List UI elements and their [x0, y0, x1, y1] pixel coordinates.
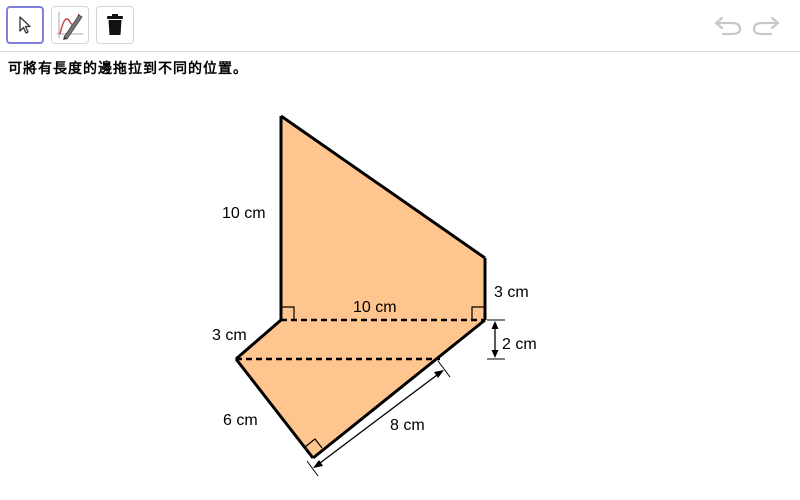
label-left-height: 10 cm — [222, 205, 266, 222]
move-tool-button[interactable] — [6, 6, 44, 44]
label-bottom-slant: 8 cm — [390, 417, 425, 434]
upper-trapezoid[interactable] — [281, 116, 485, 320]
label-middle-width: 10 cm — [353, 299, 397, 316]
geometry-canvas[interactable]: 10 cm 10 cm 3 cm 3 cm 2 cm 6 cm 8 cm — [0, 52, 800, 500]
toolbar — [0, 0, 800, 52]
delete-tool-button[interactable] — [96, 6, 134, 44]
redo-icon — [751, 13, 781, 41]
trash-icon — [104, 13, 126, 37]
redo-button[interactable] — [751, 12, 781, 42]
undo-icon — [713, 13, 743, 41]
label-right-gap: 2 cm — [502, 336, 537, 353]
dim-8cm-tick-bottom — [306, 460, 319, 477]
dim-2cm-arrow-down — [491, 350, 499, 358]
move-cursor-icon — [14, 14, 36, 36]
pen-tool-button[interactable] — [51, 6, 89, 44]
lower-quadrilateral[interactable] — [236, 320, 485, 458]
pen-graph-icon — [55, 10, 85, 40]
label-lower-left-short: 3 cm — [212, 327, 247, 344]
dim-2cm-arrow-up — [491, 321, 499, 329]
label-right-height: 3 cm — [494, 284, 529, 301]
undo-button[interactable] — [713, 12, 743, 42]
label-lower-left-long: 6 cm — [223, 412, 258, 429]
